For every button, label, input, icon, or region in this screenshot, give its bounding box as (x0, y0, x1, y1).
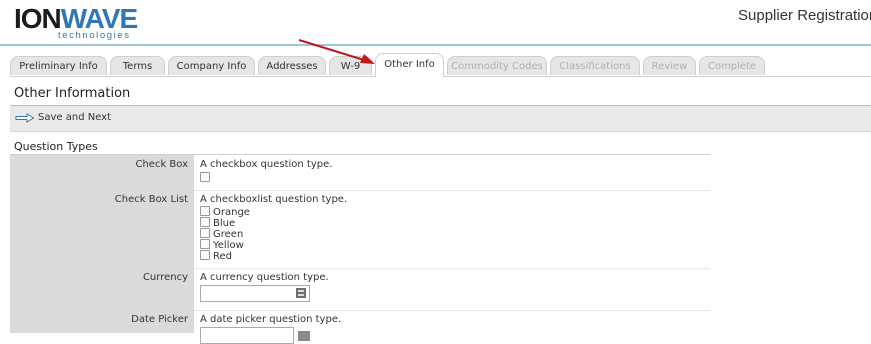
question-label: Check Box (10, 155, 194, 190)
option-label: Yellow (213, 240, 244, 251)
registration-tabs: Preliminary Info Terms Company Info Addr… (10, 52, 871, 77)
arrow-right-icon (15, 112, 35, 123)
tab-addresses[interactable]: Addresses (258, 56, 326, 75)
tab-other-info[interactable]: Other Info (375, 53, 444, 77)
question-description: A currency question type. (200, 272, 329, 283)
logo-ion-text: ION (14, 3, 62, 34)
question-description: A checkbox question type. (200, 159, 333, 170)
tab-commodity-codes: Commodity Codes (447, 56, 547, 75)
tab-terms[interactable]: Terms (110, 56, 165, 75)
tab-complete: Complete (699, 56, 765, 75)
question-label: Currency (10, 268, 194, 310)
question-row-checkboxlist: Check Box List A checkboxlist question t… (10, 190, 710, 269)
question-row-currency: Currency A currency question type. (10, 268, 710, 311)
question-body: A checkboxlist question type. Orange Blu… (200, 194, 347, 262)
currency-input[interactable] (200, 285, 310, 302)
checkbox[interactable] (200, 228, 210, 238)
logo-subtitle: technologies (58, 30, 131, 41)
question-label: Check Box List (10, 190, 194, 268)
option-label: Red (213, 251, 232, 262)
save-and-next-label: Save and Next (38, 112, 112, 123)
question-description: A checkboxlist question type. (200, 194, 348, 205)
question-body: A date picker question type. (200, 314, 341, 344)
tab-w9[interactable]: W-9 (329, 56, 372, 75)
ionwave-logo: IONWAVE technologies (14, 3, 138, 42)
tab-company-info[interactable]: Company Info (168, 56, 255, 75)
tab-review: Review (643, 56, 696, 75)
action-toolbar: Save and Next (10, 106, 871, 132)
checkbox-option[interactable]: Green (200, 228, 347, 240)
question-row-checkbox: Check Box A checkbox question type. (10, 155, 710, 191)
checkbox-option[interactable]: Blue (200, 217, 347, 229)
page-title: Other Information (14, 86, 131, 101)
page-header-title: Supplier Registration (738, 7, 871, 24)
checkbox[interactable] (200, 217, 210, 227)
question-body: A currency question type. (200, 272, 329, 302)
calculator-icon[interactable] (296, 288, 306, 298)
checkbox-option[interactable]: Yellow (200, 239, 347, 251)
tab-preliminary-info[interactable]: Preliminary Info (10, 56, 107, 75)
question-body: A checkbox question type. (200, 159, 332, 183)
date-input[interactable] (200, 327, 294, 344)
question-types-heading: Question Types (14, 140, 98, 153)
option-label: Orange (213, 207, 250, 218)
checkbox[interactable] (200, 250, 210, 260)
option-label: Green (213, 229, 244, 240)
question-description: A date picker question type. (200, 314, 342, 325)
question-row-datepicker: Date Picker A date picker question type. (10, 310, 710, 344)
checkbox-option[interactable]: Orange (200, 206, 347, 218)
date-picker (200, 327, 341, 344)
checkbox[interactable] (200, 239, 210, 249)
checkbox-option[interactable]: Red (200, 250, 347, 262)
checkbox[interactable] (200, 206, 210, 216)
question-label: Date Picker (10, 310, 194, 333)
app-header: IONWAVE technologies Supplier Registrati… (0, 0, 871, 46)
option-label: Blue (213, 218, 236, 229)
save-and-next-button[interactable]: Save and Next (15, 112, 111, 123)
tab-classifications: Classifications (550, 56, 640, 75)
checkbox[interactable] (200, 172, 210, 182)
